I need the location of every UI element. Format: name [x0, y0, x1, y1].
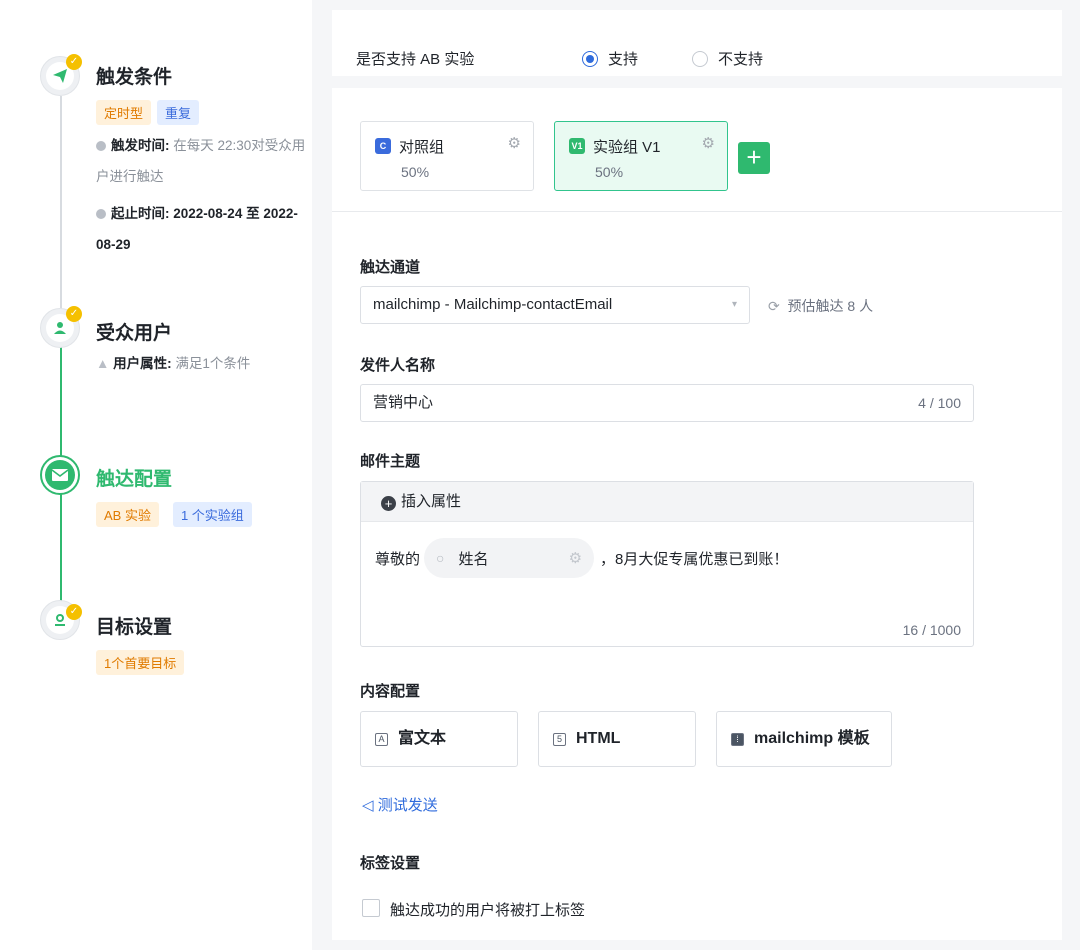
sender-input[interactable]: 营销中心 4 / 100 [360, 384, 974, 422]
goal-tags: 1个首要目标 [96, 650, 190, 675]
delivery-tags: AB 实验 1 个实验组 [96, 502, 258, 527]
step-title-audience[interactable]: 受众用户 [96, 318, 172, 345]
tag-settings-label: 标签设置 [360, 855, 421, 872]
step-connector [60, 96, 62, 316]
add-group-button[interactable]: + [738, 142, 770, 174]
template-icon: ⁞ [731, 733, 744, 746]
attribute-chip[interactable]: ○ 姓名 ⚙ [424, 538, 595, 578]
trigger-period: 起止时间: 2022-08-24 至 2022-08-29 [96, 206, 298, 252]
step-title-trigger[interactable]: 触发条件 [96, 62, 172, 89]
estimate-reach[interactable]: ⟳ 预估触达 8 人 [768, 296, 873, 316]
audience-attr: ▲ 用户属性: 满足1个条件 [96, 356, 251, 371]
group-name: 实验组 V1 [593, 139, 661, 156]
ab-test-label: 是否支持 AB 实验 [356, 51, 475, 68]
sender-label: 发件人名称 [360, 357, 436, 374]
paper-plane-icon [53, 69, 67, 83]
trigger-time: 触发时间: 在每天 22:30对受众用户进行触达 [96, 138, 306, 184]
channel-label: 触达通道 [360, 259, 421, 276]
person-icon: ▲ [96, 356, 110, 371]
clock-icon [96, 141, 106, 151]
html5-icon: 5 [553, 733, 566, 746]
channel-select[interactable]: mailchimp - Mailchimp-contactEmail ▾ [360, 286, 750, 324]
step-delivery-icon-wrap[interactable] [40, 455, 80, 495]
search-icon: ○ [436, 550, 445, 566]
step-title-delivery[interactable]: 触达配置 [96, 464, 172, 491]
content-label: 内容配置 [360, 683, 421, 700]
group-card-experiment[interactable]: V1 实验组 V1 50% ⚙ [554, 121, 728, 191]
gear-icon[interactable]: ⚙ [702, 134, 715, 152]
steps-panel: ✓ 触发条件 定时型 重复 触发时间: 在每天 22:30对受众用户进行触达 起止… [0, 0, 312, 950]
gear-icon[interactable]: ⚙ [569, 549, 582, 567]
group-badge: V1 [569, 138, 585, 154]
step-connector [60, 346, 62, 456]
trigger-tags: 定时型 重复 [96, 100, 205, 125]
tag-primary-goal: 1个首要目标 [96, 650, 185, 675]
radio-support[interactable]: 支持 [582, 48, 638, 69]
step-title-goal[interactable]: 目标设置 [96, 612, 172, 639]
check-icon: ✓ [66, 306, 82, 322]
insert-attribute-button[interactable]: + 插入属性 [361, 482, 973, 522]
tag-ab-test: AB 实验 [96, 502, 159, 527]
check-icon: ✓ [66, 604, 82, 620]
gear-icon[interactable]: ⚙ [508, 134, 521, 152]
radio-dot[interactable] [692, 50, 708, 67]
group-card-control[interactable]: C 对照组 50% ⚙ [360, 121, 534, 191]
richtext-icon: A [375, 733, 388, 746]
check-icon: ✓ [66, 54, 82, 70]
content-type-mailchimp[interactable]: ⁞ mailchimp 模板 [716, 711, 892, 767]
content-type-richtext[interactable]: A 富文本 [360, 711, 518, 767]
group-badge: C [375, 138, 391, 154]
plus-circle-icon: + [381, 496, 396, 511]
step-connector [60, 492, 62, 602]
subject-counter: 16 / 1000 [902, 622, 961, 638]
sender-counter: 4 / 100 [918, 395, 961, 411]
email-icon [52, 469, 68, 481]
target-user-icon [55, 614, 65, 626]
chevron-down-icon: ▾ [731, 299, 737, 310]
clock-icon [96, 209, 106, 219]
ab-test-bar: 是否支持 AB 实验 支持 不支持 [332, 10, 1062, 88]
subject-editor[interactable]: + 插入属性 尊敬的 ○ 姓名 ⚙ ，8月大促专属优惠已到账！ 16 / 1000 [360, 481, 974, 647]
tag-checkbox[interactable] [362, 899, 380, 917]
send-icon: ◁ [362, 797, 374, 814]
group-name: 对照组 [399, 139, 445, 156]
radio-dot[interactable] [582, 50, 598, 67]
tag-experiment-count: 1 个实验组 [172, 502, 252, 527]
test-send-link[interactable]: ◁ 测试发送 [362, 794, 438, 815]
subject-text[interactable]: 尊敬的 ○ 姓名 ⚙ ，8月大促专属优惠已到账！ [375, 538, 788, 578]
group-percent: 50% [595, 164, 624, 180]
divider [332, 211, 1062, 212]
tag-repeat: 重复 [157, 100, 200, 125]
delivery-config-panel: 是否支持 AB 实验 支持 不支持 C 对照组 50% ⚙ V1 实验组 V1 … [332, 10, 1062, 940]
group-percent: 50% [401, 164, 430, 180]
content-type-html[interactable]: 5 HTML [538, 711, 696, 767]
tag-checkbox-label[interactable]: 触达成功的用户将被打上标签 [390, 899, 585, 920]
tag-scheduled: 定时型 [96, 100, 152, 125]
subject-label: 邮件主题 [360, 453, 421, 470]
radio-not-support[interactable]: 不支持 [692, 48, 763, 69]
user-icon [54, 322, 66, 334]
refresh-icon: ⟳ [768, 298, 780, 314]
